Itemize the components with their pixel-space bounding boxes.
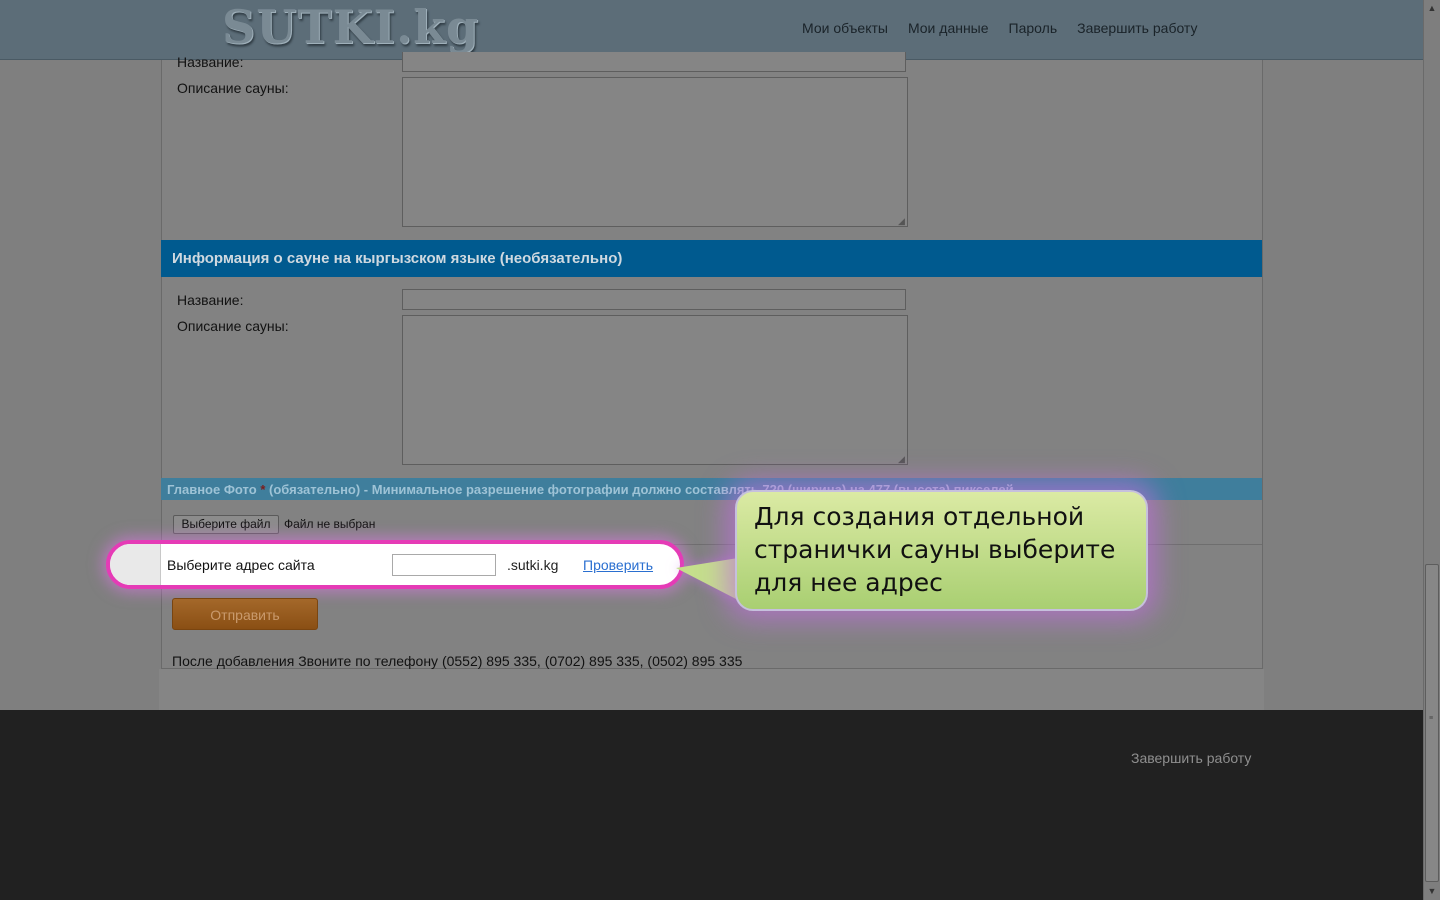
scroll-thumb[interactable]: ≡ [1425,564,1439,882]
resize-grip-icon[interactable]: ◢ [898,217,906,226]
photo-title-a: Главное Фото [167,482,261,497]
submit-button[interactable]: Отправить [172,598,318,630]
tooltip-tail [676,558,738,600]
site-logo[interactable]: SUTKI.kg [222,0,479,54]
choose-file-button[interactable]: Выберите файл [173,515,279,534]
ru-name-input[interactable] [402,52,906,72]
ru-desc-label: Описание сауны: [177,80,289,96]
resize-grip-icon[interactable]: ◢ [898,455,906,464]
check-address-link[interactable]: Проверить [583,557,653,573]
nav-my-objects[interactable]: Мои объекты [802,20,888,36]
footer-logout-link[interactable]: Завершить работу [1131,750,1251,766]
vertical-scrollbar[interactable]: ▲ ≡ ▼ [1423,0,1440,900]
grip-lines-icon: ≡ [1429,715,1434,722]
tooltip-text: Для создания отдельной странички сауны в… [754,502,1116,597]
scroll-up-arrow-icon[interactable]: ▲ [1424,0,1440,16]
site-footer: Завершить работу [0,710,1423,900]
site-address-label: Выберите адрес сайта [167,557,315,573]
site-domain-suffix: .sutki.kg [507,557,559,573]
main-nav: Мои объекты Мои данные Пароль Завершить … [802,20,1198,36]
ru-desc-textarea[interactable]: ◢ [402,77,908,227]
site-address-input[interactable] [392,554,496,576]
ru-name-label: Название: [177,54,244,70]
contact-phones-text: После добавления Звоните по телефону (05… [172,653,743,669]
form-panel-bottom [159,669,1264,710]
ky-desc-label: Описание сауны: [177,318,289,334]
scroll-down-arrow-icon[interactable]: ▼ [1424,883,1440,899]
nav-password[interactable]: Пароль [1009,20,1058,36]
file-status: Файл не выбран [284,517,376,531]
site-header: SUTKI.kg Мои объекты Мои данные Пароль З… [0,0,1423,60]
highlight-lead [110,544,161,585]
ky-name-label: Название: [177,292,244,308]
ky-name-input[interactable] [402,289,906,310]
nav-my-data[interactable]: Мои данные [908,20,989,36]
ky-desc-textarea[interactable]: ◢ [402,315,908,465]
ky-section-title: Информация о сауне на кыргызском языке (… [161,240,1262,277]
nav-logout[interactable]: Завершить работу [1077,20,1197,36]
